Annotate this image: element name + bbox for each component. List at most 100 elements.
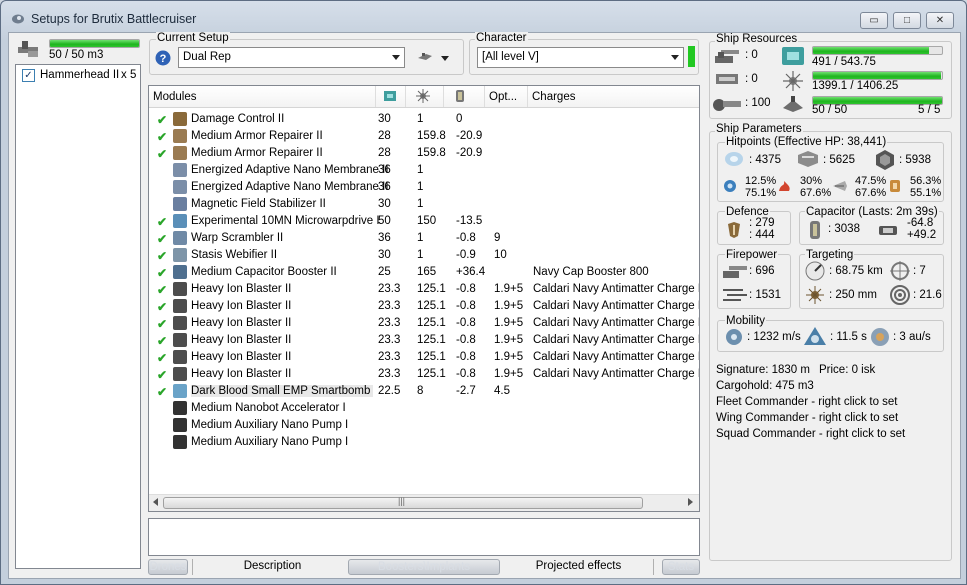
setup-tools-menu[interactable] (414, 48, 452, 68)
table-row[interactable]: ✔ Heavy Ion Blaster II 23.3 125.1 -0.8 1.9+5 C… (149, 281, 699, 298)
active-check-icon[interactable]: ✔ (157, 317, 167, 331)
cell-c3: -0.8 (456, 232, 476, 244)
tab-boosters-implants[interactable]: Boosters\Implants (348, 559, 500, 575)
column-header-powergrid[interactable] (406, 86, 444, 107)
table-row[interactable]: ✔ Heavy Ion Blaster II 23.3 125.1 -0.8 1.9+5 C… (149, 298, 699, 315)
column-header-cpu[interactable] (376, 86, 406, 107)
table-row[interactable]: Medium Auxiliary Nano Pump I (149, 417, 699, 434)
active-check-icon[interactable]: ✔ (157, 249, 167, 263)
fleet-commander-slot[interactable]: Fleet Commander - right click to set (716, 396, 898, 408)
minimize-button[interactable]: ▭ (860, 12, 888, 29)
chevron-down-icon (671, 55, 679, 60)
cell-opt: 1.9+5 (494, 317, 524, 329)
table-row[interactable]: ✔ Heavy Ion Blaster II 23.3 125.1 -0.8 1.9+5 C… (149, 332, 699, 349)
table-row[interactable]: Medium Auxiliary Nano Pump I (149, 434, 699, 451)
table-row[interactable]: Medium Nanobot Accelerator I (149, 400, 699, 417)
wing-commander-slot[interactable]: Wing Commander - right click to set (716, 412, 898, 424)
explosive-resist-top: 56.3% (910, 175, 942, 187)
drone-bandwidth-value: 50 / 50 (812, 104, 848, 116)
table-row[interactable]: ✔ Stasis Webifier II 30 1 -0.9 10 (149, 247, 699, 264)
horizontal-scrollbar[interactable]: ||| (149, 494, 699, 511)
column-header-label: Modules (153, 91, 197, 103)
em-resist-top: 12.5% (745, 175, 777, 187)
defence-value-1: : 279 (749, 217, 775, 229)
active-check-icon[interactable]: ✔ (157, 130, 167, 144)
table-row[interactable]: ✔ Warp Scrambler II 36 1 -0.8 9 (149, 230, 699, 247)
cell-c1: 23.3 (378, 351, 401, 363)
column-header-charges[interactable]: Charges (528, 86, 699, 107)
table-row[interactable]: ✔ Heavy Ion Blaster II 23.3 125.1 -0.8 1.9+5 C… (149, 366, 699, 383)
nano-membrane-icon (173, 163, 187, 177)
maximize-button[interactable]: □ (893, 12, 921, 29)
column-header-modules[interactable]: Modules (149, 86, 376, 107)
defence-value-2: : 444 (749, 229, 775, 241)
cell-c1: 30 (378, 113, 391, 125)
table-row[interactable]: ✔ Damage Control II 30 1 0 (149, 111, 699, 128)
close-button[interactable]: ✕ (926, 12, 954, 29)
tab-description-label: Description (243, 560, 302, 572)
active-check-icon[interactable]: ✔ (157, 283, 167, 297)
cell-opt: 1.9+5 (494, 300, 524, 312)
active-check-icon[interactable]: ✔ (157, 232, 167, 246)
cell-c2: 125.1 (417, 283, 446, 295)
scrollbar-thumb[interactable]: ||| (163, 496, 643, 509)
velocity-value: : 1232 m/s (747, 331, 801, 343)
drone-checkbox[interactable]: ✓ (22, 69, 35, 82)
module-name: Medium Nanobot Accelerator I (191, 402, 346, 414)
active-check-icon[interactable]: ✔ (157, 266, 167, 280)
help-icon[interactable]: ? (155, 50, 171, 66)
capacitor-delta-1: -64.8 (907, 217, 934, 229)
tab-description[interactable]: Description (192, 559, 352, 575)
scroll-left-icon[interactable] (153, 498, 158, 506)
cell-c1: 23.3 (378, 317, 401, 329)
tab-stats[interactable]: Stats (662, 559, 700, 575)
scroll-right-icon[interactable] (688, 498, 693, 506)
table-row[interactable]: ✔ Medium Armor Repairer II 28 159.8 -20.9 (149, 128, 699, 145)
drone-bay-icon (18, 41, 38, 57)
drone-list[interactable]: ✓ Hammerhead II x 5 (15, 64, 141, 569)
column-header-optimal[interactable]: Opt... (485, 86, 528, 107)
tab-projected-effects[interactable]: Projected effects (504, 559, 654, 575)
setup-select[interactable]: Dual Rep (178, 47, 405, 68)
scan-resolution-value: : 250 mm (829, 289, 877, 301)
cell-opt: 1.9+5 (494, 334, 524, 346)
module-name: Medium Auxiliary Nano Pump I (191, 436, 349, 448)
active-check-icon[interactable]: ✔ (157, 113, 167, 127)
cell-c2: 125.1 (417, 351, 446, 363)
price-text: Price: 0 isk (819, 364, 876, 376)
active-check-icon[interactable]: ✔ (157, 351, 167, 365)
table-row[interactable]: ✔ Experimental 10MN Microwarpdrive I 50 150… (149, 213, 699, 230)
table-row[interactable]: Magnetic Field Stabilizer II 30 1 (149, 196, 699, 213)
active-check-icon[interactable]: ✔ (157, 215, 167, 229)
table-row[interactable]: ✔ Medium Armor Repairer II 28 159.8 -20.9 (149, 145, 699, 162)
description-box[interactable] (148, 518, 700, 556)
active-check-icon[interactable]: ✔ (157, 300, 167, 314)
cell-opt: 1.9+5 (494, 351, 524, 363)
list-item[interactable]: ✓ Hammerhead II x 5 (20, 68, 138, 84)
table-row[interactable]: ✔ Dark Blood Small EMP Smartbomb 22.5 8 -2.7… (149, 383, 699, 400)
title-bar[interactable]: Setups for Brutix Battlecruiser ▭ □ ✕ (1, 1, 966, 35)
squad-commander-slot[interactable]: Squad Commander - right click to set (716, 428, 905, 440)
cpu-bar (812, 46, 943, 55)
modules-table[interactable]: Modules Opt... Charges ✔ Damage Control I… (148, 85, 700, 512)
table-row[interactable]: ✔ Heavy Ion Blaster II 23.3 125.1 -0.8 1.9+5 C… (149, 349, 699, 366)
active-check-icon[interactable]: ✔ (157, 385, 167, 399)
blaster-icon (173, 316, 187, 330)
table-row[interactable]: ✔ Medium Capacitor Booster II 25 165 +36.4 Na… (149, 264, 699, 281)
structure-icon (876, 150, 894, 170)
table-row[interactable]: Energized Adaptive Nano Membrane II 36 1 (149, 162, 699, 179)
active-check-icon[interactable]: ✔ (157, 368, 167, 382)
character-select[interactable]: [All level V] (477, 47, 684, 68)
max-targets-value: : 7 (913, 265, 926, 277)
capacitor-delta-2: +49.2 (907, 229, 937, 241)
column-header-capacitor[interactable] (444, 86, 485, 107)
cell-c1: 25 (378, 266, 391, 278)
current-setup-label: Current Setup (156, 32, 230, 44)
active-check-icon[interactable]: ✔ (157, 334, 167, 348)
active-check-icon[interactable]: ✔ (157, 147, 167, 161)
table-row[interactable]: Energized Adaptive Nano Membrane II 36 1 (149, 179, 699, 196)
cell-c1: 36 (378, 164, 391, 176)
table-row[interactable]: ✔ Heavy Ion Blaster II 23.3 125.1 -0.8 1.9+5 C… (149, 315, 699, 332)
cell-c1: 23.3 (378, 334, 401, 346)
tab-drones[interactable]: Drones (148, 559, 188, 575)
